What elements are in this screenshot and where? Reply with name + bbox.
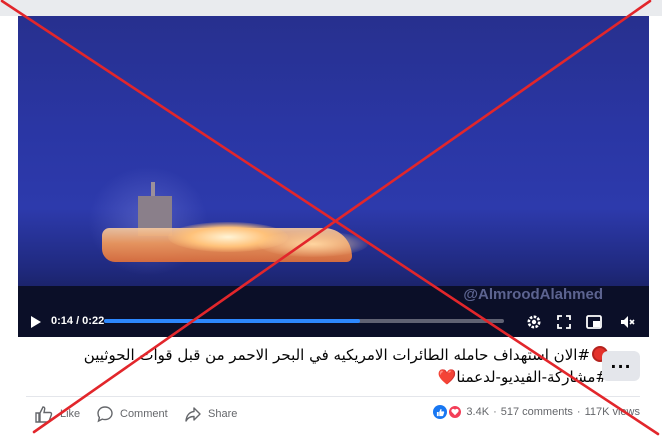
like-label: Like bbox=[60, 408, 81, 420]
volume-icon[interactable] bbox=[618, 313, 636, 331]
share-arrow-icon bbox=[185, 407, 201, 422]
comment-button[interactable]: Comment bbox=[96, 404, 168, 424]
caption-line-1: #الان استهداف حامله الطائرات الامريكيه ف… bbox=[48, 344, 608, 366]
play-icon[interactable] bbox=[30, 315, 42, 329]
video-watermark: @AlmroodAlahmed bbox=[463, 286, 603, 303]
expand-icon[interactable] bbox=[555, 313, 573, 331]
stats-separator: · bbox=[493, 406, 497, 418]
comment-label: Comment bbox=[120, 408, 168, 420]
caption-text-1: #الان استهداف حامله الطائرات الامريكيه ف… bbox=[83, 346, 590, 364]
comments-count[interactable]: 517 comments bbox=[501, 406, 573, 418]
facebook-video-post: @AlmroodAlahmed 0:14 / 0:22 #الان استهدا… bbox=[0, 0, 662, 437]
video-time: 0:14 / 0:22 bbox=[51, 315, 105, 327]
like-button[interactable]: Like bbox=[34, 404, 80, 424]
video-glow bbox=[258, 231, 368, 257]
share-button[interactable]: Share bbox=[184, 404, 237, 424]
video-controls: 0:14 / 0:22 bbox=[18, 306, 649, 337]
more-options-button[interactable]: ··· bbox=[602, 351, 640, 381]
views-count: 117K views bbox=[584, 406, 640, 418]
love-reaction-icon bbox=[448, 405, 463, 419]
video-player[interactable]: @AlmroodAlahmed bbox=[18, 16, 649, 337]
caption-text-2: #مشاركة-الفيديو-لدعمنا bbox=[456, 368, 608, 386]
share-label: Share bbox=[208, 408, 238, 420]
caption-line-2: #مشاركة-الفيديو-لدعمنا❤️ bbox=[48, 366, 608, 388]
heart-icon: ❤️ bbox=[437, 368, 457, 386]
top-strip bbox=[0, 0, 662, 16]
stats-separator: · bbox=[576, 406, 581, 418]
picture-in-picture-icon[interactable] bbox=[585, 313, 603, 331]
reactions-count[interactable]: 3.4K bbox=[466, 406, 489, 418]
post-stats: 3.4K · 517 comments · 117K views bbox=[433, 405, 640, 419]
gear-icon[interactable] bbox=[525, 313, 543, 331]
like-reaction-icon bbox=[433, 405, 448, 419]
actions-divider bbox=[26, 396, 640, 397]
video-progress-bar[interactable] bbox=[104, 319, 504, 323]
video-progress-fill bbox=[104, 319, 360, 323]
thumbs-up-icon bbox=[35, 406, 53, 423]
post-caption: #الان استهداف حامله الطائرات الامريكيه ف… bbox=[48, 344, 608, 388]
speech-bubble-icon bbox=[97, 406, 113, 423]
